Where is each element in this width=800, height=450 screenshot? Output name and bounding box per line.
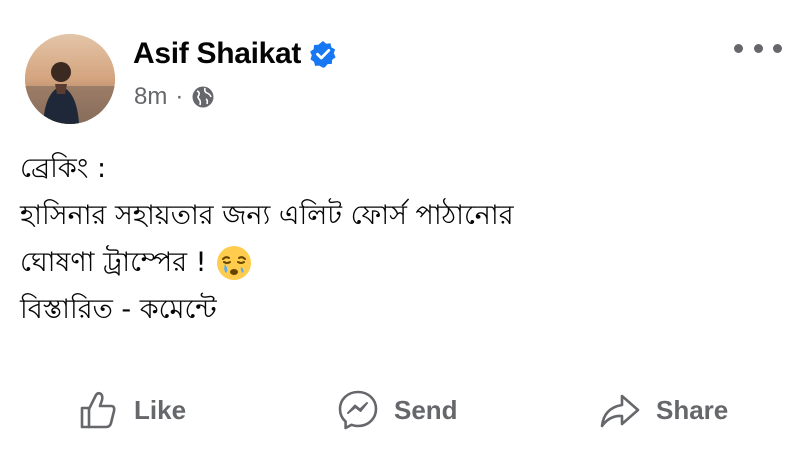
post-time[interactable]: 8m bbox=[134, 82, 167, 112]
post-text-line-4: বিস্তারিত - কমেন্টে bbox=[20, 294, 217, 325]
share-arrow-icon bbox=[600, 394, 640, 428]
thumbs-up-icon bbox=[80, 391, 116, 429]
share-label: Share bbox=[656, 394, 729, 425]
more-dot bbox=[773, 43, 782, 53]
post-text-line-2: হাসিনার সহায়তার জন্য এলিট ফোর্স পাঠানোর bbox=[20, 200, 514, 231]
messenger-icon bbox=[338, 390, 378, 430]
meta-separator: · bbox=[175, 83, 184, 110]
send-button[interactable]: Send bbox=[336, 382, 458, 438]
post-text-line: ঘোষণা ট্রাম্পের ! bbox=[20, 239, 780, 286]
avatar-photo bbox=[25, 34, 115, 124]
globe-icon[interactable] bbox=[191, 85, 215, 109]
more-options-icon[interactable] bbox=[734, 38, 782, 58]
post-actions-bar: Like Send Share bbox=[0, 382, 800, 438]
like-label: Like bbox=[134, 394, 187, 425]
crying-face-emoji-icon bbox=[216, 245, 252, 281]
author-row: Asif Shaikat bbox=[133, 36, 337, 72]
like-button[interactable]: Like bbox=[76, 382, 186, 438]
send-label: Send bbox=[394, 394, 458, 425]
author-name[interactable]: Asif Shaikat bbox=[133, 36, 301, 72]
avatar[interactable] bbox=[25, 34, 115, 124]
verified-badge-icon bbox=[309, 40, 337, 68]
post-text-line-1: ব্রেকিং : bbox=[20, 153, 107, 184]
post-text-line: হাসিনার সহায়তার জন্য এলিট ফোর্স পাঠানোর bbox=[20, 192, 780, 239]
post-text: ব্রেকিং : হাসিনার সহায়তার জন্য এলিট ফোর… bbox=[20, 145, 780, 333]
share-button[interactable]: Share bbox=[598, 382, 728, 438]
post-meta: 8m · bbox=[134, 82, 215, 112]
post-text-line-3: ঘোষণা ট্রাম্পের ! bbox=[20, 247, 207, 278]
more-dot bbox=[734, 43, 743, 53]
post-text-line: ব্রেকিং : bbox=[20, 145, 780, 192]
more-dot bbox=[753, 43, 763, 53]
post-text-line: বিস্তারিত - কমেন্টে bbox=[20, 286, 780, 333]
post-header: Asif Shaikat 8m · bbox=[0, 0, 800, 130]
